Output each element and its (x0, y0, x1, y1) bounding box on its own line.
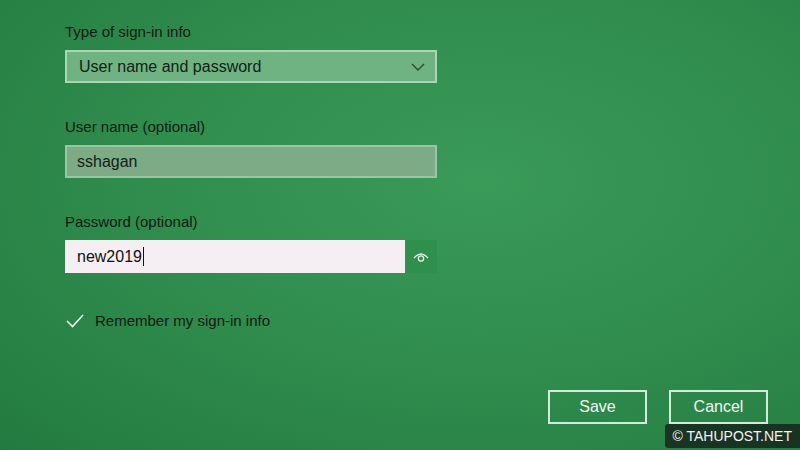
chevron-down-icon (411, 63, 425, 71)
checkbox-box (65, 311, 85, 331)
dialog-button[interactable]: Save (548, 390, 647, 424)
field-group: User name (optional) sshagan (65, 117, 437, 178)
checkbox-label: Remember my sign-in info (95, 311, 270, 331)
password-input[interactable]: new2019 (65, 240, 405, 273)
sign-in-type-dropdown[interactable]: User name and password (65, 50, 437, 83)
sign-in-form: Type of sign-in info User name and passw… (65, 22, 437, 331)
watermark: © TAHUPOST.NET (665, 424, 800, 448)
field-group: Password (optional) new2019 (65, 212, 437, 273)
field-group: Type of sign-in info User name and passw… (65, 22, 437, 83)
field-row: sshagan (65, 145, 437, 178)
field-label: User name (optional) (65, 117, 437, 137)
checkmark-icon (65, 313, 85, 329)
input-value: sshagan (77, 153, 138, 171)
button-bar: Save Cancel (65, 390, 768, 424)
field-label: Password (optional) (65, 212, 437, 232)
username-input[interactable]: sshagan (65, 145, 437, 178)
input-value: new2019 (77, 248, 142, 266)
text-caret (143, 247, 144, 266)
field-row: new2019 (65, 240, 437, 273)
dropdown-value: User name and password (79, 58, 261, 76)
remember-checkbox[interactable]: Remember my sign-in info (65, 311, 437, 331)
eye-icon (413, 251, 429, 263)
field-label: Type of sign-in info (65, 22, 437, 42)
dialog-button[interactable]: Cancel (669, 390, 768, 424)
reveal-password-button[interactable] (405, 240, 437, 273)
sign-in-settings: Type of sign-in info User name and passw… (0, 0, 800, 450)
